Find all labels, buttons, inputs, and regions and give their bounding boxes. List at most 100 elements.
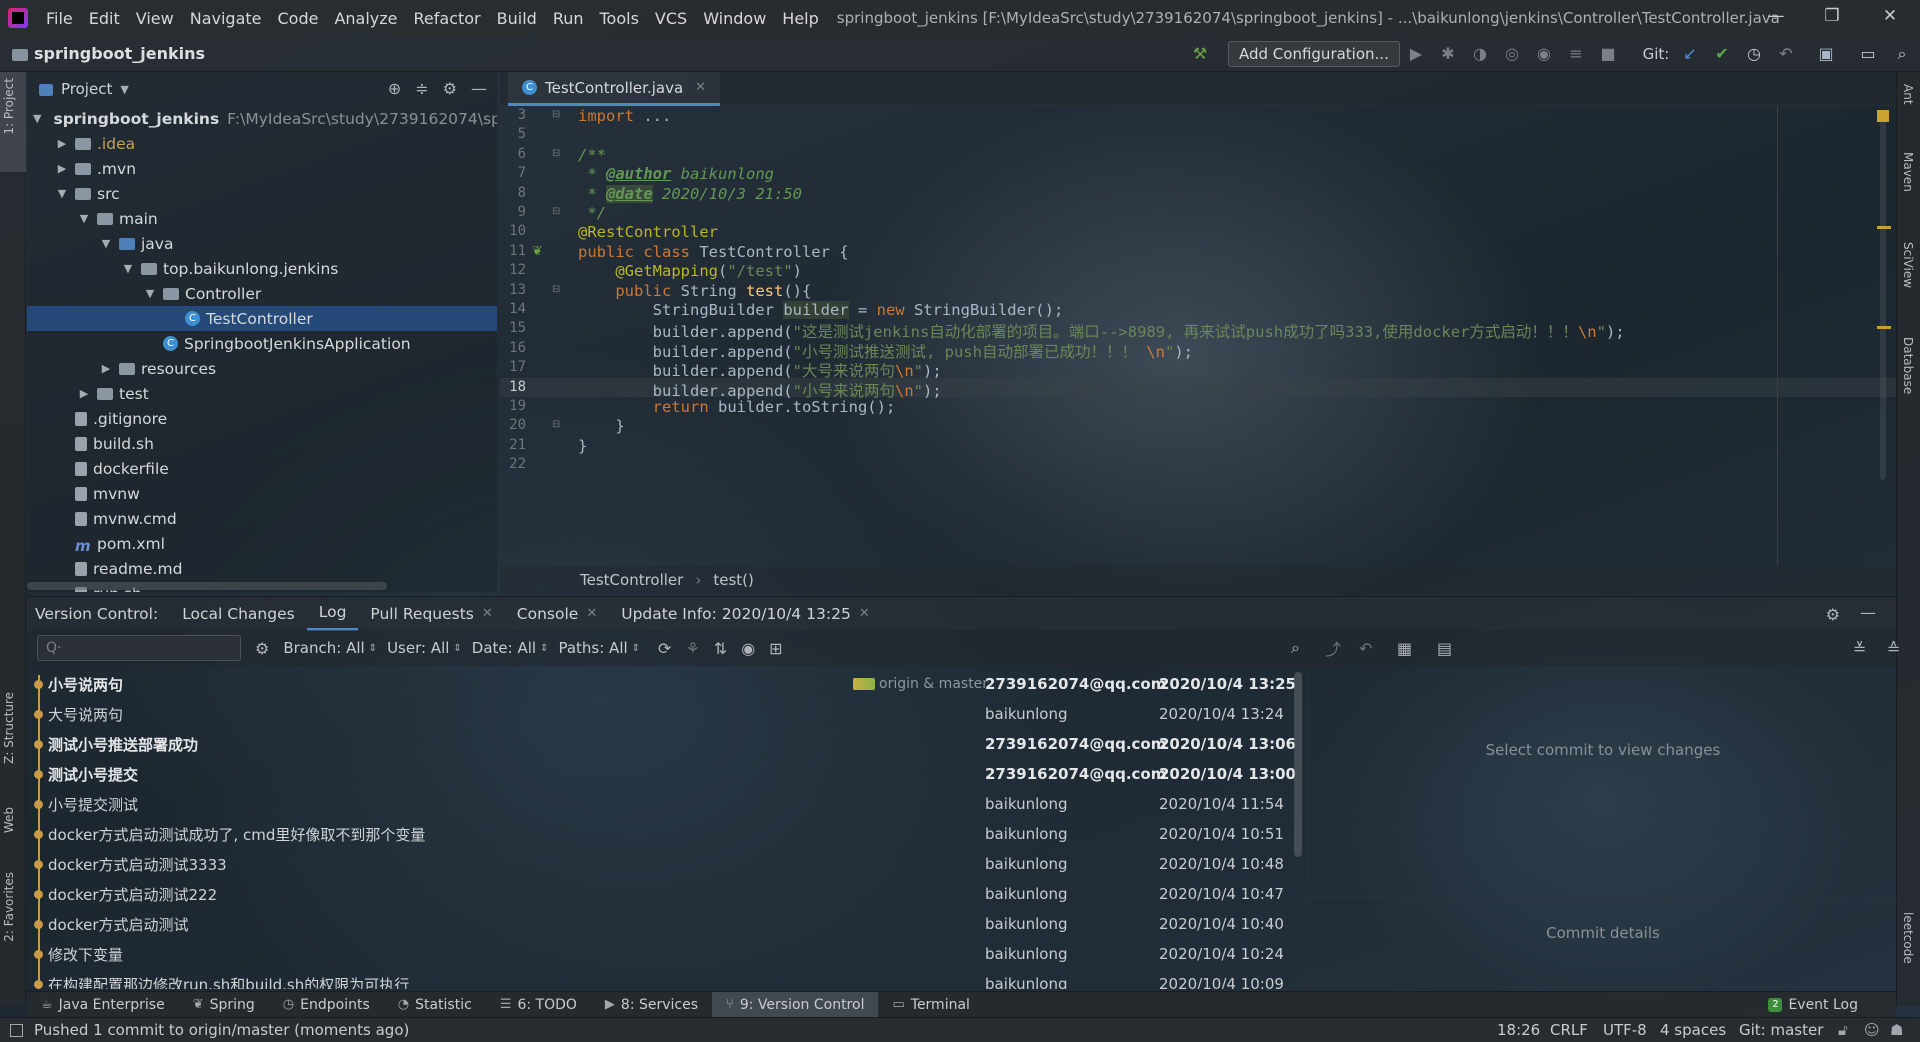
revert-icon[interactable]: ↶ [1359, 639, 1372, 658]
restore-icon[interactable]: ❐ [1812, 6, 1852, 26]
code-line[interactable]: * @date 2020/10/3 21:50 [578, 184, 802, 203]
commit-row[interactable]: docker方式启动测试成功了, cmd里好像取不到那个变量 baikunlong… [27, 819, 1305, 849]
tree-item[interactable]: ▼ src [27, 181, 497, 206]
code-line[interactable]: } [578, 437, 587, 455]
project-structure-icon[interactable]: ▣ [1816, 44, 1836, 64]
tree-item[interactable]: ▼ java [27, 231, 497, 256]
code-line[interactable]: @RestController [578, 223, 718, 241]
fold-marker-icon[interactable]: ⊟ [552, 206, 562, 217]
code-line[interactable]: /** [578, 146, 606, 164]
presentation-icon[interactable]: ▭ [1858, 44, 1878, 64]
close-tab-icon[interactable]: ✕ [859, 597, 870, 631]
expand-all-icon[interactable]: ≚ [1853, 639, 1866, 658]
project-breadcrumb[interactable]: springboot_jenkins [12, 44, 205, 63]
code-line[interactable]: */ [578, 204, 606, 222]
code-line[interactable]: * @author baikunlong [578, 165, 774, 183]
indent-setting[interactable]: 4 spaces [1660, 1021, 1726, 1039]
vc-tab[interactable]: Console ✕ [505, 597, 609, 631]
tool-window-button[interactable]: ◷ Endpoints [269, 992, 384, 1018]
commit-row[interactable]: docker方式启动测试222 baikunlong 2020/10/4 10:47 [27, 879, 1305, 909]
fold-marker-icon[interactable]: ⊟ [552, 109, 562, 120]
expand-arrow-icon[interactable]: ▼ [121, 262, 135, 275]
vc-tab[interactable]: Update Info: 2020/10/4 13:25 ✕ [609, 597, 882, 631]
menu-file[interactable]: File [38, 9, 81, 28]
commit-row[interactable]: 小号说两句 origin & master 2739162074@qq.com 202… [27, 669, 1305, 699]
tool-window-button[interactable]: ☕ Java Enterprise [27, 992, 179, 1018]
close-tab-icon[interactable]: ✕ [482, 597, 493, 631]
tree-item[interactable]: ▼ top.baikunlong.jenkins [27, 256, 497, 281]
menu-refactor[interactable]: Refactor [406, 9, 489, 28]
log-search-input[interactable]: Q· [37, 635, 241, 661]
group-by-icon[interactable]: ▦ [1397, 639, 1412, 658]
commit-row[interactable]: 大号说两句 baikunlong 2020/10/4 13:24 [27, 699, 1305, 729]
warning-stripe-marker[interactable] [1877, 226, 1891, 229]
code-editor[interactable]: 3 import ... 5 6/** 7 * @author baikunlong 8 … [500, 106, 1896, 566]
line-separator[interactable]: CRLF [1550, 1021, 1588, 1039]
caret-position[interactable]: 18:26 [1497, 1021, 1540, 1039]
event-log-button[interactable]: 2 Event Log [1768, 992, 1858, 1018]
tree-item[interactable]: ▶ .mvn [27, 156, 497, 181]
locate-file-icon[interactable]: ⊕ [388, 79, 401, 98]
log-scrollbar[interactable] [1294, 672, 1302, 857]
expand-arrow-icon[interactable]: ▶ [77, 387, 91, 400]
collapse-all-icon[interactable]: ≑ [415, 79, 428, 98]
coverage-icon[interactable]: ◑ [1470, 44, 1490, 64]
project-horizontal-scrollbar[interactable] [27, 582, 387, 590]
favorites-tool-tab[interactable]: 2: Favorites [2, 872, 16, 942]
tree-item[interactable]: readme.md [27, 556, 497, 581]
file-encoding[interactable]: UTF-8 [1603, 1021, 1647, 1039]
lock-icon[interactable]: 🔓︎ [1838, 1021, 1848, 1039]
commit-row[interactable]: docker方式启动测试3333 baikunlong 2020/10/4 10:4… [27, 849, 1305, 879]
add-configuration-button[interactable]: Add Configuration... [1228, 41, 1400, 67]
notifications-icon[interactable]: ☗ [1890, 1021, 1903, 1039]
vc-tab[interactable]: Log [306, 597, 359, 631]
breadcrumb-class[interactable]: TestController [580, 571, 683, 589]
code-line[interactable]: @GetMapping("/test") [578, 262, 802, 280]
sort-icon[interactable]: ⇅ [714, 639, 727, 658]
fold-marker-icon[interactable]: ⊟ [552, 148, 562, 159]
build-hammer-icon[interactable]: ⚒ [1190, 44, 1210, 64]
tool-window-button[interactable]: ◔ Statistic [384, 992, 486, 1018]
expand-arrow-icon[interactable]: ▼ [77, 212, 91, 225]
tree-root[interactable]: ▼ springboot_jenkins F:\MyIdeaSrc\study\… [27, 106, 497, 131]
database-tool-tab[interactable]: Database [1901, 337, 1915, 394]
tree-item[interactable]: ▶ .idea [27, 131, 497, 156]
paths-filter[interactable]: Paths: All [558, 639, 627, 657]
collapse-all-icon[interactable]: ≙ [1887, 639, 1900, 658]
git-rollback-icon[interactable]: ↶ [1776, 44, 1796, 64]
menu-vcs[interactable]: VCS [647, 9, 695, 28]
leetcode-tool-tab[interactable]: leetcode [1901, 912, 1915, 964]
tree-item[interactable]: mvnw [27, 481, 497, 506]
commit-row[interactable]: 测试小号提交 2739162074@qq.com 2020/10/4 13:00 [27, 759, 1305, 789]
spring-bean-icon[interactable]: ❦ [532, 244, 543, 259]
commit-row[interactable]: 修改下变量 baikunlong 2020/10/4 10:24 [27, 939, 1305, 969]
tool-window-button[interactable]: ⑂ 9: Version Control [712, 991, 879, 1018]
close-tab-icon[interactable]: ✕ [695, 80, 706, 95]
expand-arrow-icon[interactable]: ▼ [99, 237, 113, 250]
menu-analyze[interactable]: Analyze [326, 9, 405, 28]
menu-run[interactable]: Run [545, 9, 592, 28]
gear-icon[interactable]: ⚙ [1826, 605, 1840, 624]
expand-arrow-icon[interactable]: ▶ [55, 162, 69, 175]
hide-panel-icon[interactable]: — [1860, 603, 1876, 622]
tree-item[interactable]: ▼ Controller [27, 281, 497, 306]
new-tab-icon[interactable]: ⊞ [769, 639, 782, 658]
tree-item[interactable]: dockerfile [27, 456, 497, 481]
commit-row[interactable]: 小号提交测试 baikunlong 2020/10/4 11:54 [27, 789, 1305, 819]
status-message[interactable]: Pushed 1 commit to origin/master (moment… [34, 1021, 409, 1039]
menu-window[interactable]: Window [695, 9, 774, 28]
commit-row[interactable]: 在构建配置那边修改run.sh和build.sh的权限为可执行 baikunlon… [27, 969, 1305, 989]
preview-diff-icon[interactable]: ▤ [1437, 639, 1452, 658]
close-tab-icon[interactable]: ✕ [586, 597, 597, 631]
tree-item[interactable]: m pom.xml [27, 531, 497, 556]
toggle-tool-windows-icon[interactable] [10, 1024, 23, 1037]
inspection-warning-icon[interactable] [1877, 110, 1889, 122]
tree-item[interactable]: ▶ test [27, 381, 497, 406]
git-branch[interactable]: Git: master [1739, 1021, 1823, 1039]
vc-tab[interactable]: Local Changes [170, 597, 307, 631]
tool-window-button[interactable]: ☰ 6: TODO [486, 992, 591, 1018]
expand-arrow-icon[interactable]: ▼ [33, 112, 41, 125]
create-patch-icon[interactable]: ⤴ [1325, 636, 1341, 660]
date-filter[interactable]: Date: All [472, 639, 536, 657]
maven-tool-tab[interactable]: Maven [1901, 152, 1915, 192]
